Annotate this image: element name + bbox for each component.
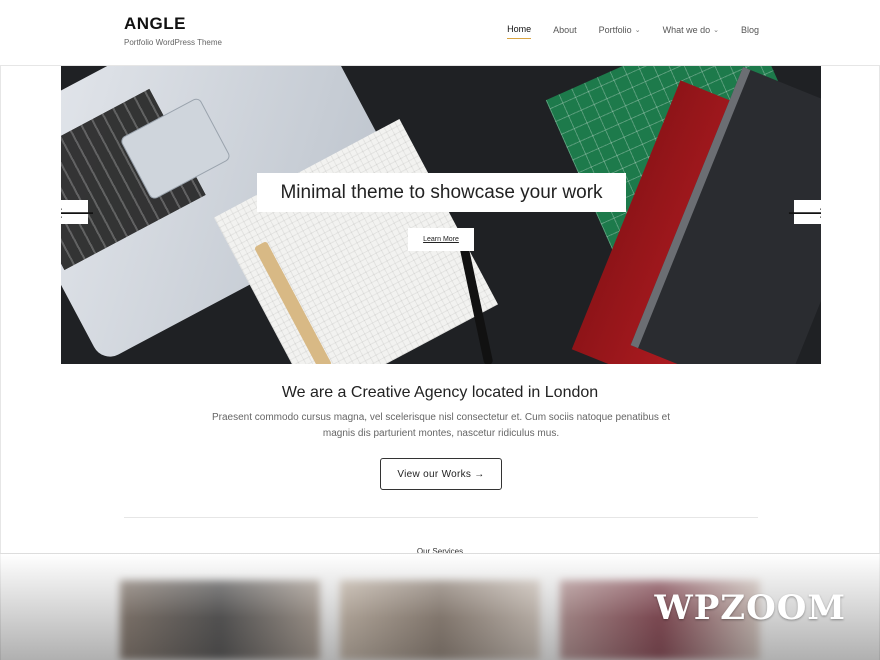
nav-item-portfolio[interactable]: Portfolio ⌄ [599,24,641,39]
nav-item-label: Home [507,24,532,34]
nav-item-home[interactable]: Home [507,24,532,39]
view-works-button[interactable]: View our Works → [380,458,502,490]
site-tagline: Portfolio WordPress Theme [124,38,222,47]
chevron-down-icon: ⌄ [634,26,641,34]
slider-next-button[interactable]: 🡒 [787,200,821,224]
nav-item-blog[interactable]: Blog [741,24,759,39]
nav-item-about[interactable]: About [553,24,577,39]
chevron-down-icon: ⌄ [713,26,719,34]
hero-slider: Minimal theme to showcase your work Lear… [61,66,821,364]
intro-title: We are a Creative Agency located in Lond… [281,384,599,401]
nav-item-label: What we do [662,24,711,35]
slider-prev-button[interactable]: 🡐 [61,200,95,224]
nav-item-label: About [553,24,577,35]
nav-item-label: Portfolio [598,24,632,35]
site-logo[interactable]: ANGLE [124,14,186,34]
site-header: ANGLE Portfolio WordPress Theme Home Abo… [0,0,880,66]
intro-text: Praesent commodo cursus magna, vel scele… [211,412,670,439]
wpzoom-watermark: WPZOOM [654,588,846,628]
learn-more-button[interactable]: Learn More [408,228,474,251]
nav-item-label: Blog [740,24,759,35]
nav-item-what-we-do[interactable]: What we do ⌄ [663,24,719,39]
arrow-right-icon: 🡒 [787,204,821,222]
hero-title: Minimal theme to showcase your work [257,173,626,212]
main-nav: Home About Portfolio ⌄ What we do ⌄ Blog [485,24,759,39]
section-divider [124,517,758,518]
arrow-left-icon: 🡐 [61,204,95,222]
